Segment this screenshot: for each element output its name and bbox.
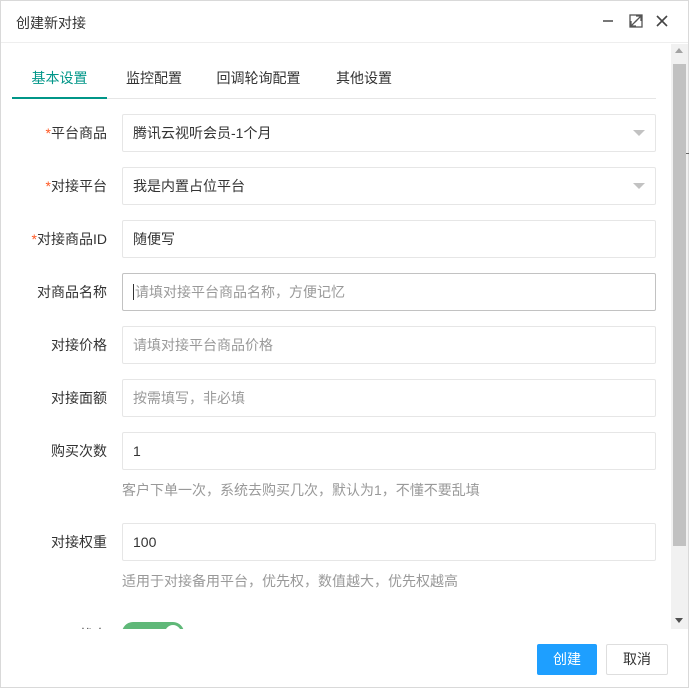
docking-price-label: 对接价格 [51, 337, 107, 353]
tab-callback-polling-config[interactable]: 回调轮询配置 [206, 59, 311, 99]
tab-other-settings[interactable]: 其他设置 [324, 59, 404, 99]
minimize-icon[interactable] [599, 12, 617, 30]
create-button[interactable]: 创建 [537, 644, 597, 675]
docking-product-id-label: *对接商品ID [1, 220, 107, 258]
docking-weight-hint: 适用于对接备用平台，优先权，数值越大，优先权越高 [122, 573, 458, 589]
close-icon[interactable] [653, 12, 671, 30]
purchase-times-input[interactable]: 1 [122, 432, 656, 470]
docking-platform-label: *对接平台 [1, 167, 107, 205]
docking-platform-label-text: 对接平台 [51, 178, 107, 194]
product-name-placeholder: 请填对接平台商品名称，方便记忆 [135, 284, 345, 300]
dialog-footer: 创建 取消 [1, 629, 688, 687]
scroll-up-arrow-icon[interactable] [675, 48, 683, 53]
status-switch[interactable] [122, 622, 184, 629]
docking-product-id-label-text: 对接商品ID [37, 231, 107, 247]
status-label: 状态 [1, 616, 107, 629]
platform-product-select[interactable]: 腾讯云视听会员-1个月 [122, 114, 656, 152]
docking-platform-value: 我是内置占位平台 [133, 178, 245, 194]
docking-weight-input[interactable]: 100 [122, 523, 656, 561]
maximize-icon[interactable] [627, 12, 645, 30]
tab-monitor-config[interactable]: 监控配置 [114, 59, 194, 99]
chevron-down-icon [633, 130, 645, 136]
product-name-label: 对商品名称 [37, 284, 107, 300]
platform-product-value: 腾讯云视听会员-1个月 [133, 125, 272, 141]
docking-face-value-label: 对接面额 [51, 390, 107, 406]
product-name-input[interactable]: 请填对接平台商品名称，方便记忆 [122, 273, 656, 311]
docking-price-input[interactable]: 请填对接平台商品价格 [122, 326, 656, 364]
docking-platform-select[interactable]: 我是内置占位平台 [122, 167, 656, 205]
vertical-scrollbar[interactable] [671, 44, 688, 629]
platform-product-label-text: 平台商品 [51, 125, 107, 141]
scroll-down-arrow-icon[interactable] [675, 618, 683, 623]
tab-bar: 基本设置 监控配置 回调轮询配置 其他设置 [12, 59, 656, 99]
chevron-down-icon [633, 183, 645, 189]
create-docking-dialog: 创建新对接 基本设置 监控配置 回调轮询配置 其他设置 *平台商品 腾讯云视听会… [0, 0, 689, 688]
platform-product-label: *平台商品 [1, 114, 107, 152]
dialog-title: 创建新对接 [16, 15, 86, 31]
purchase-times-hint: 客户下单一次，系统去购买几次，默认为1，不懂不要乱填 [122, 482, 480, 498]
docking-face-value-input[interactable]: 按需填写，非必填 [122, 379, 656, 417]
cancel-button[interactable]: 取消 [606, 644, 668, 675]
text-cursor [133, 284, 134, 301]
docking-product-id-input[interactable]: 随便写 [122, 220, 656, 258]
scrollbar-thumb[interactable] [673, 64, 686, 546]
tab-basic-settings[interactable]: 基本设置 [12, 59, 107, 99]
dialog-titlebar: 创建新对接 [1, 1, 688, 43]
dialog-body: 基本设置 监控配置 回调轮询配置 其他设置 *平台商品 腾讯云视听会员-1个月 … [1, 44, 671, 629]
purchase-times-label: 购买次数 [51, 443, 107, 459]
docking-weight-label: 对接权重 [51, 534, 107, 550]
